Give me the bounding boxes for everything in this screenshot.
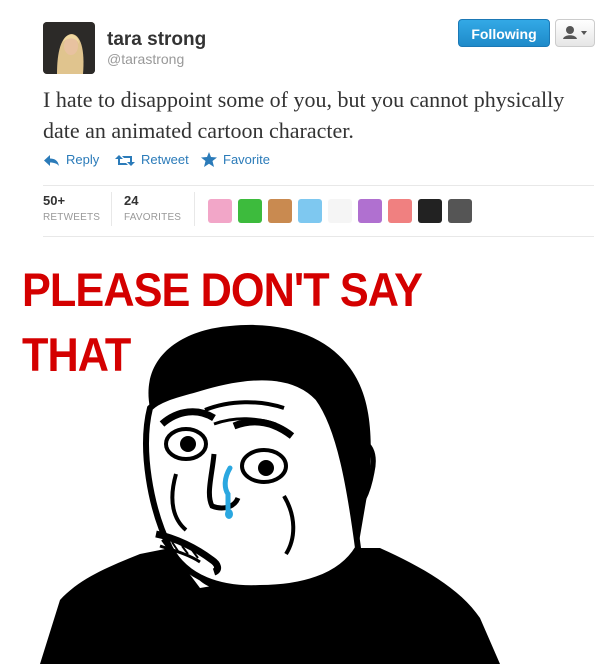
reply-icon — [44, 155, 59, 166]
user-dropdown-icon — [563, 26, 587, 39]
stats-bottom-divider — [43, 236, 594, 237]
reply-action[interactable]: Reply — [43, 152, 99, 167]
user-name[interactable]: tara strong — [107, 29, 206, 51]
user-avatar[interactable] — [43, 22, 95, 74]
user-handle[interactable]: @tarastrong — [107, 51, 184, 67]
stat-separator — [111, 192, 112, 226]
favoriter-avatar[interactable] — [238, 199, 262, 223]
favorites-label: FAVORITES — [124, 212, 182, 223]
favoriter-avatar[interactable] — [298, 199, 322, 223]
favoriter-avatar[interactable] — [268, 199, 292, 223]
tweet-text: I hate to disappoint some of you, but yo… — [43, 87, 565, 143]
favorite-action[interactable]: Favorite — [201, 152, 270, 167]
retweets-label: RETWEETS — [43, 212, 101, 223]
favorite-label: Favorite — [223, 152, 270, 167]
retweets-count: 50+ — [43, 193, 66, 208]
reply-label: Reply — [66, 152, 100, 167]
following-button[interactable]: Following — [458, 19, 550, 47]
retweet-label: Retweet — [141, 152, 189, 167]
tweet-card: tara strong @tarastrong Following I hate… — [0, 0, 606, 248]
retweet-action[interactable]: Retweet — [115, 152, 189, 167]
favorites-stat[interactable]: 24 FAVORITES — [124, 193, 181, 223]
stat-separator — [194, 192, 195, 226]
meme-image: PLEASE DON'T SAY THAT — [0, 248, 606, 664]
favoriter-avatar[interactable] — [328, 199, 352, 223]
retweet-icon — [115, 155, 135, 166]
meme-caption-line2: THAT — [22, 328, 131, 381]
favoriter-avatar[interactable] — [208, 199, 232, 223]
stats-top-divider — [43, 185, 594, 186]
meme-caption-line1: PLEASE DON'T SAY — [22, 263, 423, 316]
star-icon — [201, 152, 217, 167]
favorites-count: 24 — [124, 193, 139, 208]
favoriter-avatar[interactable] — [418, 199, 442, 223]
favoriter-avatar[interactable] — [358, 199, 382, 223]
user-actions-button[interactable] — [555, 19, 595, 47]
favoriter-avatar[interactable] — [388, 199, 412, 223]
retweets-stat[interactable]: 50+ RETWEETS — [43, 193, 100, 223]
favoriter-avatar[interactable] — [448, 199, 472, 223]
